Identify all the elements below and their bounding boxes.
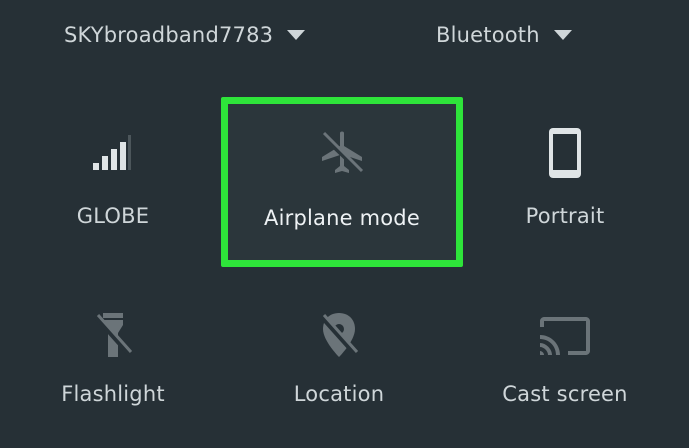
chevron-down-icon (553, 30, 572, 40)
wifi-network-dropdown[interactable]: SKYbroadband7783 (64, 20, 306, 50)
chevron-down-icon (287, 30, 306, 40)
bluetooth-dropdown[interactable]: Bluetooth (436, 20, 572, 50)
flashlight-off-icon (86, 308, 140, 362)
tile-flashlight[interactable]: Flashlight (0, 298, 226, 448)
tile-label: Portrait (525, 204, 605, 228)
wifi-network-label: SKYbroadband7783 (64, 23, 274, 47)
tile-airplane-mode[interactable]: Airplane mode (228, 104, 456, 260)
phone-portrait-icon (538, 126, 592, 180)
airplane-icon (315, 126, 369, 180)
tile-label: Cast screen (502, 382, 628, 406)
tile-location[interactable]: Location (226, 298, 452, 448)
tile-label: GLOBE (76, 204, 150, 228)
bluetooth-label: Bluetooth (436, 23, 540, 47)
tile-label: Flashlight (61, 382, 165, 406)
cell-signal-icon (86, 126, 140, 180)
tile-label: Airplane mode (264, 206, 420, 230)
tile-globe-signal[interactable]: GLOBE (0, 100, 226, 250)
cast-icon (538, 308, 592, 362)
location-off-icon (312, 308, 366, 362)
tile-label: Location (293, 382, 385, 406)
tile-portrait[interactable]: Portrait (452, 100, 678, 250)
tile-cast-screen[interactable]: Cast screen (452, 298, 678, 448)
